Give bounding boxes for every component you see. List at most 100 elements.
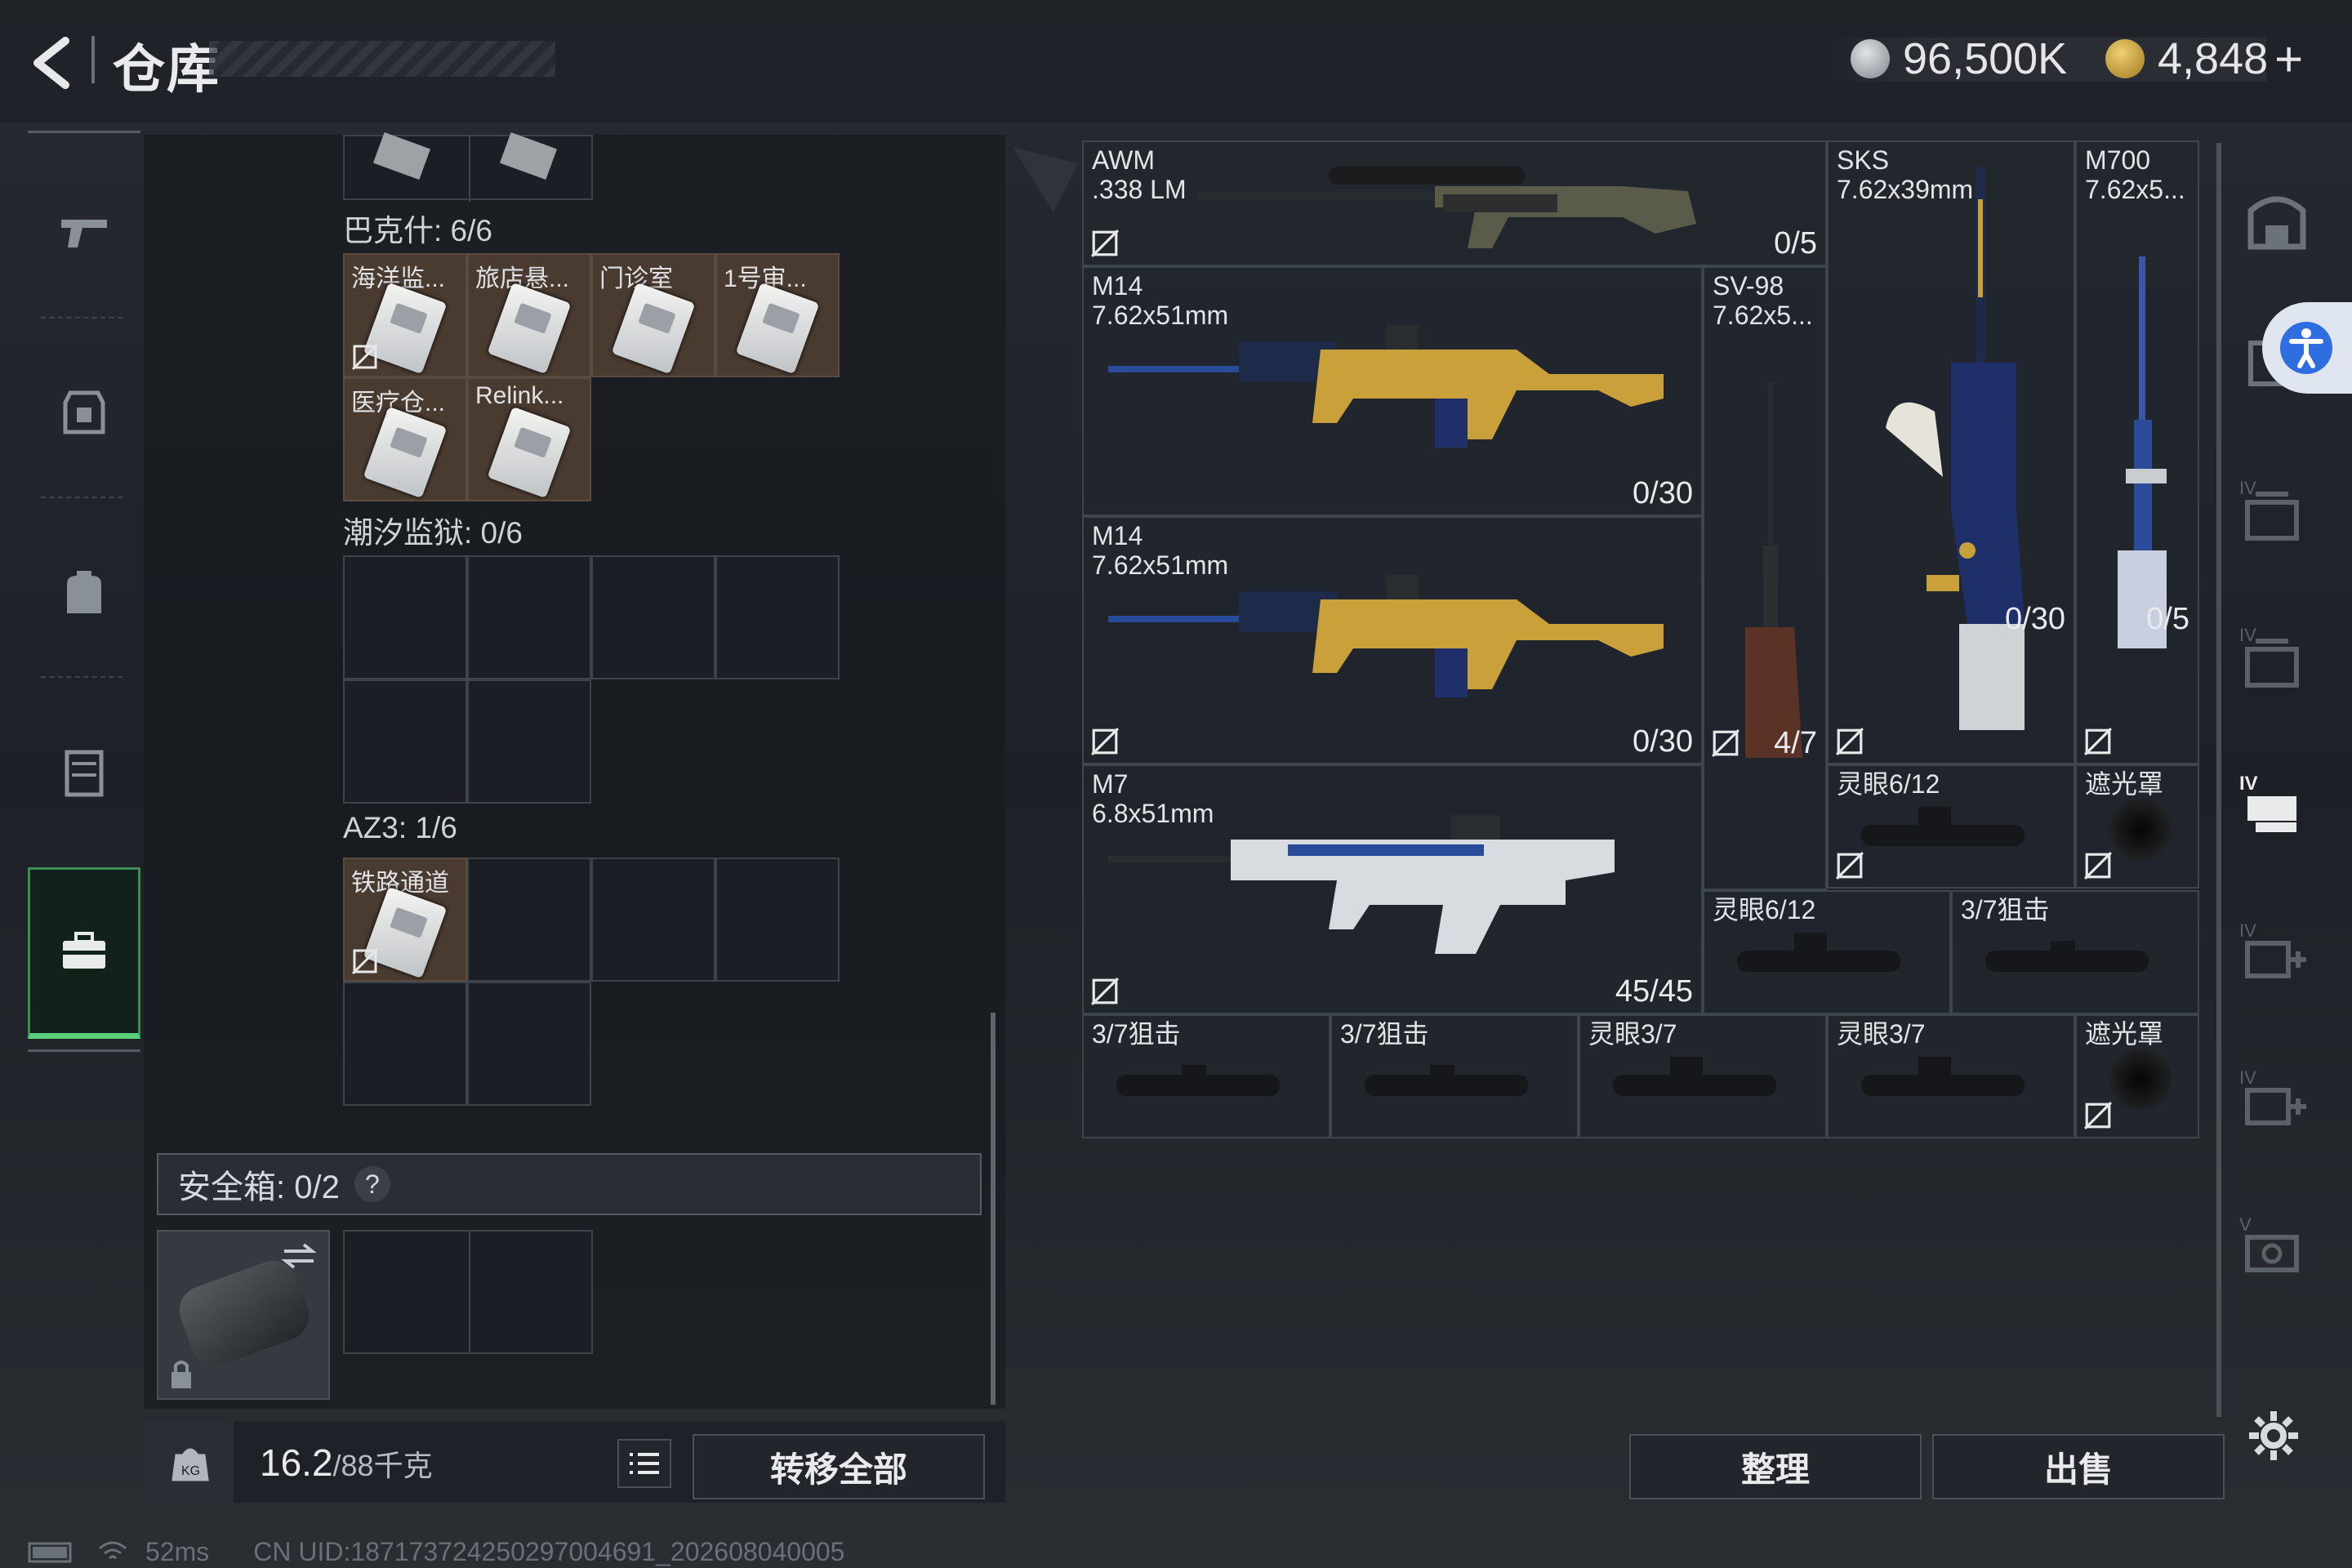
storage-tab-icon[interactable]: V — [2239, 1213, 2310, 1278]
scope-image — [1613, 1057, 1776, 1096]
keycard-slot[interactable]: 1号审... — [715, 253, 840, 377]
attachment-scope[interactable]: 3/7狙击 — [1951, 890, 2199, 1014]
weapon-sv98[interactable]: SV-98 7.62x5... 4/7 — [1703, 266, 1827, 890]
storage-scrollbar[interactable] — [991, 1013, 996, 1405]
header-divider — [91, 36, 95, 83]
safebox-title: 安全箱: 0/2 — [178, 1169, 340, 1205]
empty-slot[interactable] — [467, 858, 591, 982]
safebox-slots[interactable] — [343, 1230, 593, 1354]
weapon-sks[interactable]: SKS 7.62x39mm 0/30 — [1827, 140, 2075, 764]
attachment-scope[interactable]: 灵眼3/7 — [1579, 1014, 1827, 1138]
empty-slot[interactable] — [591, 555, 715, 679]
attachment-scope[interactable]: 3/7狙击 — [1330, 1014, 1579, 1138]
storage-tab-icon[interactable]: IV — [2239, 919, 2310, 984]
attachment-name: 3/7狙击 — [1340, 1019, 1429, 1049]
weapon-awm[interactable]: AWM .338 LM 0/5 — [1082, 140, 1827, 266]
keycard-slot[interactable]: 门诊室 — [591, 253, 715, 377]
safebox-header: 安全箱: 0/2 ? — [157, 1153, 982, 1215]
accessibility-icon — [2280, 322, 2332, 374]
nav-rig[interactable] — [28, 686, 140, 858]
weapon-m14[interactable]: M14 7.62x51mm 0/30 — [1082, 516, 1703, 764]
empty-slot[interactable] — [467, 982, 591, 1106]
keycard-icon — [372, 131, 431, 180]
storage-tab-icon[interactable]: IV — [2239, 1066, 2310, 1131]
ammo-count: 0/30 — [1633, 476, 1693, 510]
storage-tab-icon[interactable] — [2244, 188, 2310, 253]
empty-slot[interactable] — [591, 858, 715, 982]
swap-icon[interactable] — [281, 1240, 317, 1272]
section-title-az3: AZ3: 1/6 — [343, 811, 457, 844]
empty-slot[interactable] — [343, 555, 467, 679]
attachment-name: 遮光罩 — [2085, 1019, 2164, 1049]
gold-amount: 4,848 — [2158, 34, 2269, 83]
keycard-slot[interactable]: 铁路通道 — [343, 858, 467, 982]
attachment-hood[interactable]: 遮光罩 — [2075, 764, 2199, 889]
weapon-m14[interactable]: M14 7.62x51mm 0/30 — [1082, 266, 1703, 516]
settings-gear-icon[interactable] — [2247, 1410, 2300, 1462]
gun-icon — [61, 220, 107, 247]
transfer-all-button[interactable]: 转移全部 — [693, 1434, 985, 1499]
not-bound-icon — [351, 343, 379, 371]
list-view-button[interactable] — [617, 1439, 671, 1488]
attachment-scope[interactable]: 3/7狙击 — [1082, 1014, 1330, 1138]
empty-slot[interactable] — [715, 858, 840, 982]
uid-text: CN UID:18717372425029700469​1_2026080400… — [253, 1537, 845, 1566]
nav-weapon[interactable] — [28, 147, 140, 318]
attachment-scope[interactable]: 灵眼6/12 — [1827, 764, 2075, 889]
attachment-scope[interactable]: 灵眼6/12 — [1703, 890, 1951, 1014]
svg-text:IV: IV — [2239, 920, 2256, 941]
keycard-slot[interactable]: 海洋监... — [343, 253, 467, 377]
nav-separator — [41, 676, 122, 678]
not-bound-icon — [2083, 1101, 2113, 1130]
item-label: 医疗仓... — [351, 390, 446, 416]
nav-case[interactable] — [28, 867, 140, 1039]
svg-text:IV: IV — [2239, 478, 2256, 498]
svg-text:V: V — [2239, 1214, 2252, 1235]
help-button[interactable]: ? — [354, 1166, 390, 1202]
empty-slot[interactable] — [715, 555, 840, 679]
storage-tab-icon[interactable]: IV — [2239, 478, 2310, 543]
empty-slot[interactable] — [343, 982, 467, 1106]
currency-gold[interactable]: 4,848 + — [2105, 29, 2303, 88]
backpack-icon — [67, 571, 101, 613]
not-bound-icon — [1835, 851, 1864, 880]
accessibility-button[interactable] — [2262, 302, 2352, 394]
sell-button[interactable]: 出售 — [1932, 1434, 2225, 1499]
empty-slot[interactable] — [467, 679, 591, 804]
tidal-prison-grid — [343, 555, 841, 805]
not-bound-icon — [2083, 851, 2113, 880]
item-label: 旅店悬... — [475, 265, 570, 292]
scope-image — [1365, 1065, 1528, 1096]
attachment-hood[interactable]: 遮光罩 — [2075, 1014, 2199, 1138]
warehouse-scrollbar[interactable] — [2216, 143, 2221, 1417]
weapon-m7[interactable]: M7 6.8x51mm 45/45 — [1082, 764, 1703, 1014]
section-title-tidal-prison: 潮汐监狱: 0/6 — [343, 516, 523, 550]
safebox-item[interactable] — [157, 1230, 330, 1400]
svg-text:IV: IV — [2239, 1067, 2256, 1088]
az3-grid: 铁路通道 — [343, 858, 841, 1107]
keycard-slot[interactable]: 医疗仓... — [343, 377, 467, 501]
storage-tab-icon-active[interactable]: IV — [2239, 772, 2310, 837]
sort-button[interactable]: 整理 — [1629, 1434, 1922, 1499]
nav-backpack[interactable] — [28, 506, 140, 678]
attachment-name: 3/7狙击 — [1961, 895, 2050, 924]
not-bound-icon — [2083, 727, 2113, 756]
keycard-slot[interactable]: 旅店悬... — [467, 253, 591, 377]
add-currency-button[interactable]: + — [2274, 31, 2303, 87]
empty-slot[interactable] — [343, 679, 467, 804]
not-bound-icon — [351, 947, 379, 975]
keycard-icon — [487, 406, 572, 499]
silver-amount: 96,500K — [1903, 34, 2068, 83]
keycard-slot[interactable]: Relink... — [467, 377, 591, 501]
ammo-count: 0/5 — [2146, 602, 2189, 636]
back-arrow-icon[interactable] — [26, 34, 83, 91]
keycard-icon — [611, 282, 696, 375]
weapon-m700[interactable]: M700 7.62x5... 0/5 — [2075, 140, 2199, 764]
sks-rifle-image — [1886, 167, 2025, 730]
storage-tab-icon[interactable]: IV — [2239, 625, 2310, 690]
attachment-scope[interactable]: 灵眼3/7 — [1827, 1014, 2075, 1138]
ammo-count: 0/30 — [2005, 602, 2065, 636]
nav-armor[interactable] — [28, 327, 140, 498]
empty-slot[interactable] — [467, 555, 591, 679]
ammo-count: 45/45 — [1615, 974, 1693, 1009]
